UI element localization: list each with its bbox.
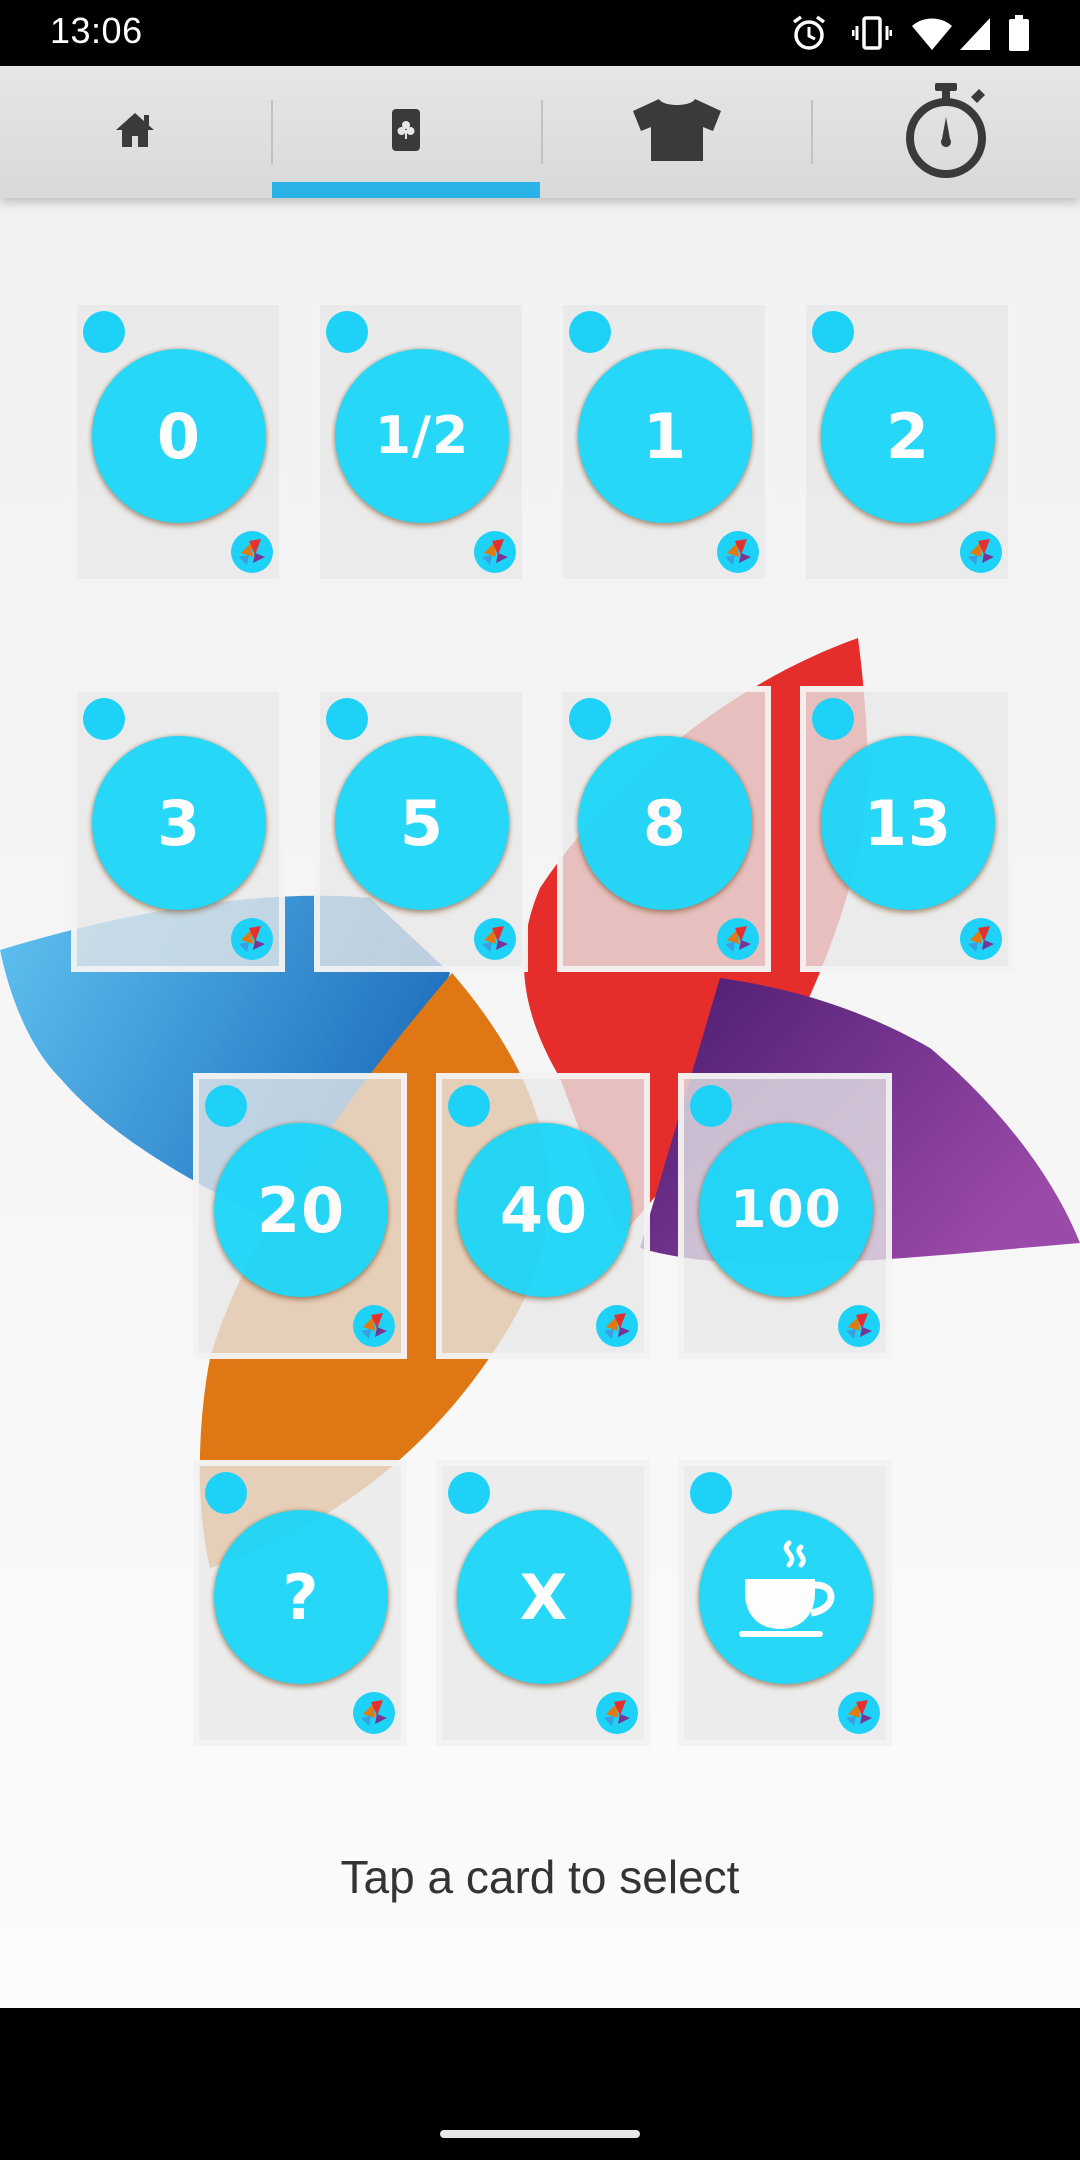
card-corner-dot [690,1472,732,1514]
card[interactable]: 8 [557,686,771,972]
card-logo-icon [596,1305,638,1347]
card-logo-icon [838,1692,880,1734]
tab-cards[interactable] [272,66,540,198]
card-logo-icon [353,1692,395,1734]
card-label: 1 [642,399,688,473]
card-corner-dot [448,1085,490,1127]
tab-shirt[interactable] [542,66,812,198]
card-label: 40 [499,1173,589,1247]
card[interactable]: 0 [71,299,285,585]
card-corner-dot [448,1472,490,1514]
card-corner-dot [569,698,611,740]
card-logo-icon [353,1305,395,1347]
card-deck-area: 0 1/2 1 2 3 5 8 13 20 40 100? X Tap a card to selec… [0,198,1080,2008]
coffee-cup-icon [731,1535,841,1660]
status-bar: 13:06 [0,0,1080,66]
vibrate-icon [851,14,893,56]
card-label: X [519,1560,569,1634]
card-value: 1 [578,349,752,523]
card-label: 2 [885,399,931,473]
card-logo-icon [838,1305,880,1347]
card-label: 0 [156,399,202,473]
card-label: ? [282,1560,320,1634]
card-corner-dot [812,698,854,740]
card-label: 1/2 [374,406,470,466]
card-label: 20 [256,1173,346,1247]
card-value: 8 [578,736,752,910]
card-value: 100 [699,1123,873,1297]
card-value: 0 [92,349,266,523]
card-value: 20 [214,1123,388,1297]
card-logo-icon [717,531,759,573]
card-label: 100 [730,1180,842,1240]
card-value: 3 [92,736,266,910]
card-value: 2 [821,349,995,523]
card[interactable] [678,1460,892,1746]
card-logo-icon [717,918,759,960]
tab-indicator [272,182,540,198]
card-corner-dot [326,698,368,740]
card-logo-icon [960,531,1002,573]
card-value: 5 [335,736,509,910]
card[interactable]: 2 [800,299,1014,585]
card-corner-dot [83,311,125,353]
hint-text: Tap a card to select [340,1851,740,1903]
card-value [699,1510,873,1684]
card[interactable]: 100 [678,1073,892,1359]
card-value: 1/2 [335,349,509,523]
wifi-icon [910,14,954,56]
card-value: X [457,1510,631,1684]
card-value: ? [214,1510,388,1684]
alarm-icon [790,14,828,56]
stopwatch-icon [903,81,989,183]
card[interactable]: ? [193,1460,407,1746]
card-label: 13 [863,786,953,860]
card-logo-icon [596,1692,638,1734]
card-label: 3 [156,786,202,860]
card[interactable]: 1/2 [314,299,528,585]
card-corner-dot [205,1472,247,1514]
tab-home[interactable] [0,66,270,198]
card-value: 40 [457,1123,631,1297]
shirt-icon [629,97,725,167]
card-corner-dot [812,311,854,353]
card-label: 8 [642,786,688,860]
card[interactable]: 3 [71,686,285,972]
card[interactable]: 40 [436,1073,650,1359]
tab-timer[interactable] [812,66,1080,198]
card[interactable]: 13 [800,686,1014,972]
card[interactable]: 5 [314,686,528,972]
home-gesture-pill[interactable] [440,2130,640,2138]
card[interactable]: 1 [557,299,771,585]
card-label: 5 [399,786,445,860]
home-icon [113,110,157,154]
card-logo-icon [960,918,1002,960]
card-logo-icon [231,531,273,573]
card-logo-icon [231,918,273,960]
signal-icon [958,14,992,56]
card-corner-dot [569,311,611,353]
card-value: 13 [821,736,995,910]
battery-icon [1008,14,1030,56]
card-corner-dot [205,1085,247,1127]
status-time: 13:06 [50,10,143,51]
card-logo-icon [474,918,516,960]
card-corner-dot [326,311,368,353]
tab-bar [0,66,1080,198]
card[interactable]: X [436,1460,650,1746]
card-logo-icon [474,531,516,573]
card[interactable]: 20 [193,1073,407,1359]
card-icon [391,108,421,156]
card-corner-dot [690,1085,732,1127]
card-corner-dot [83,698,125,740]
